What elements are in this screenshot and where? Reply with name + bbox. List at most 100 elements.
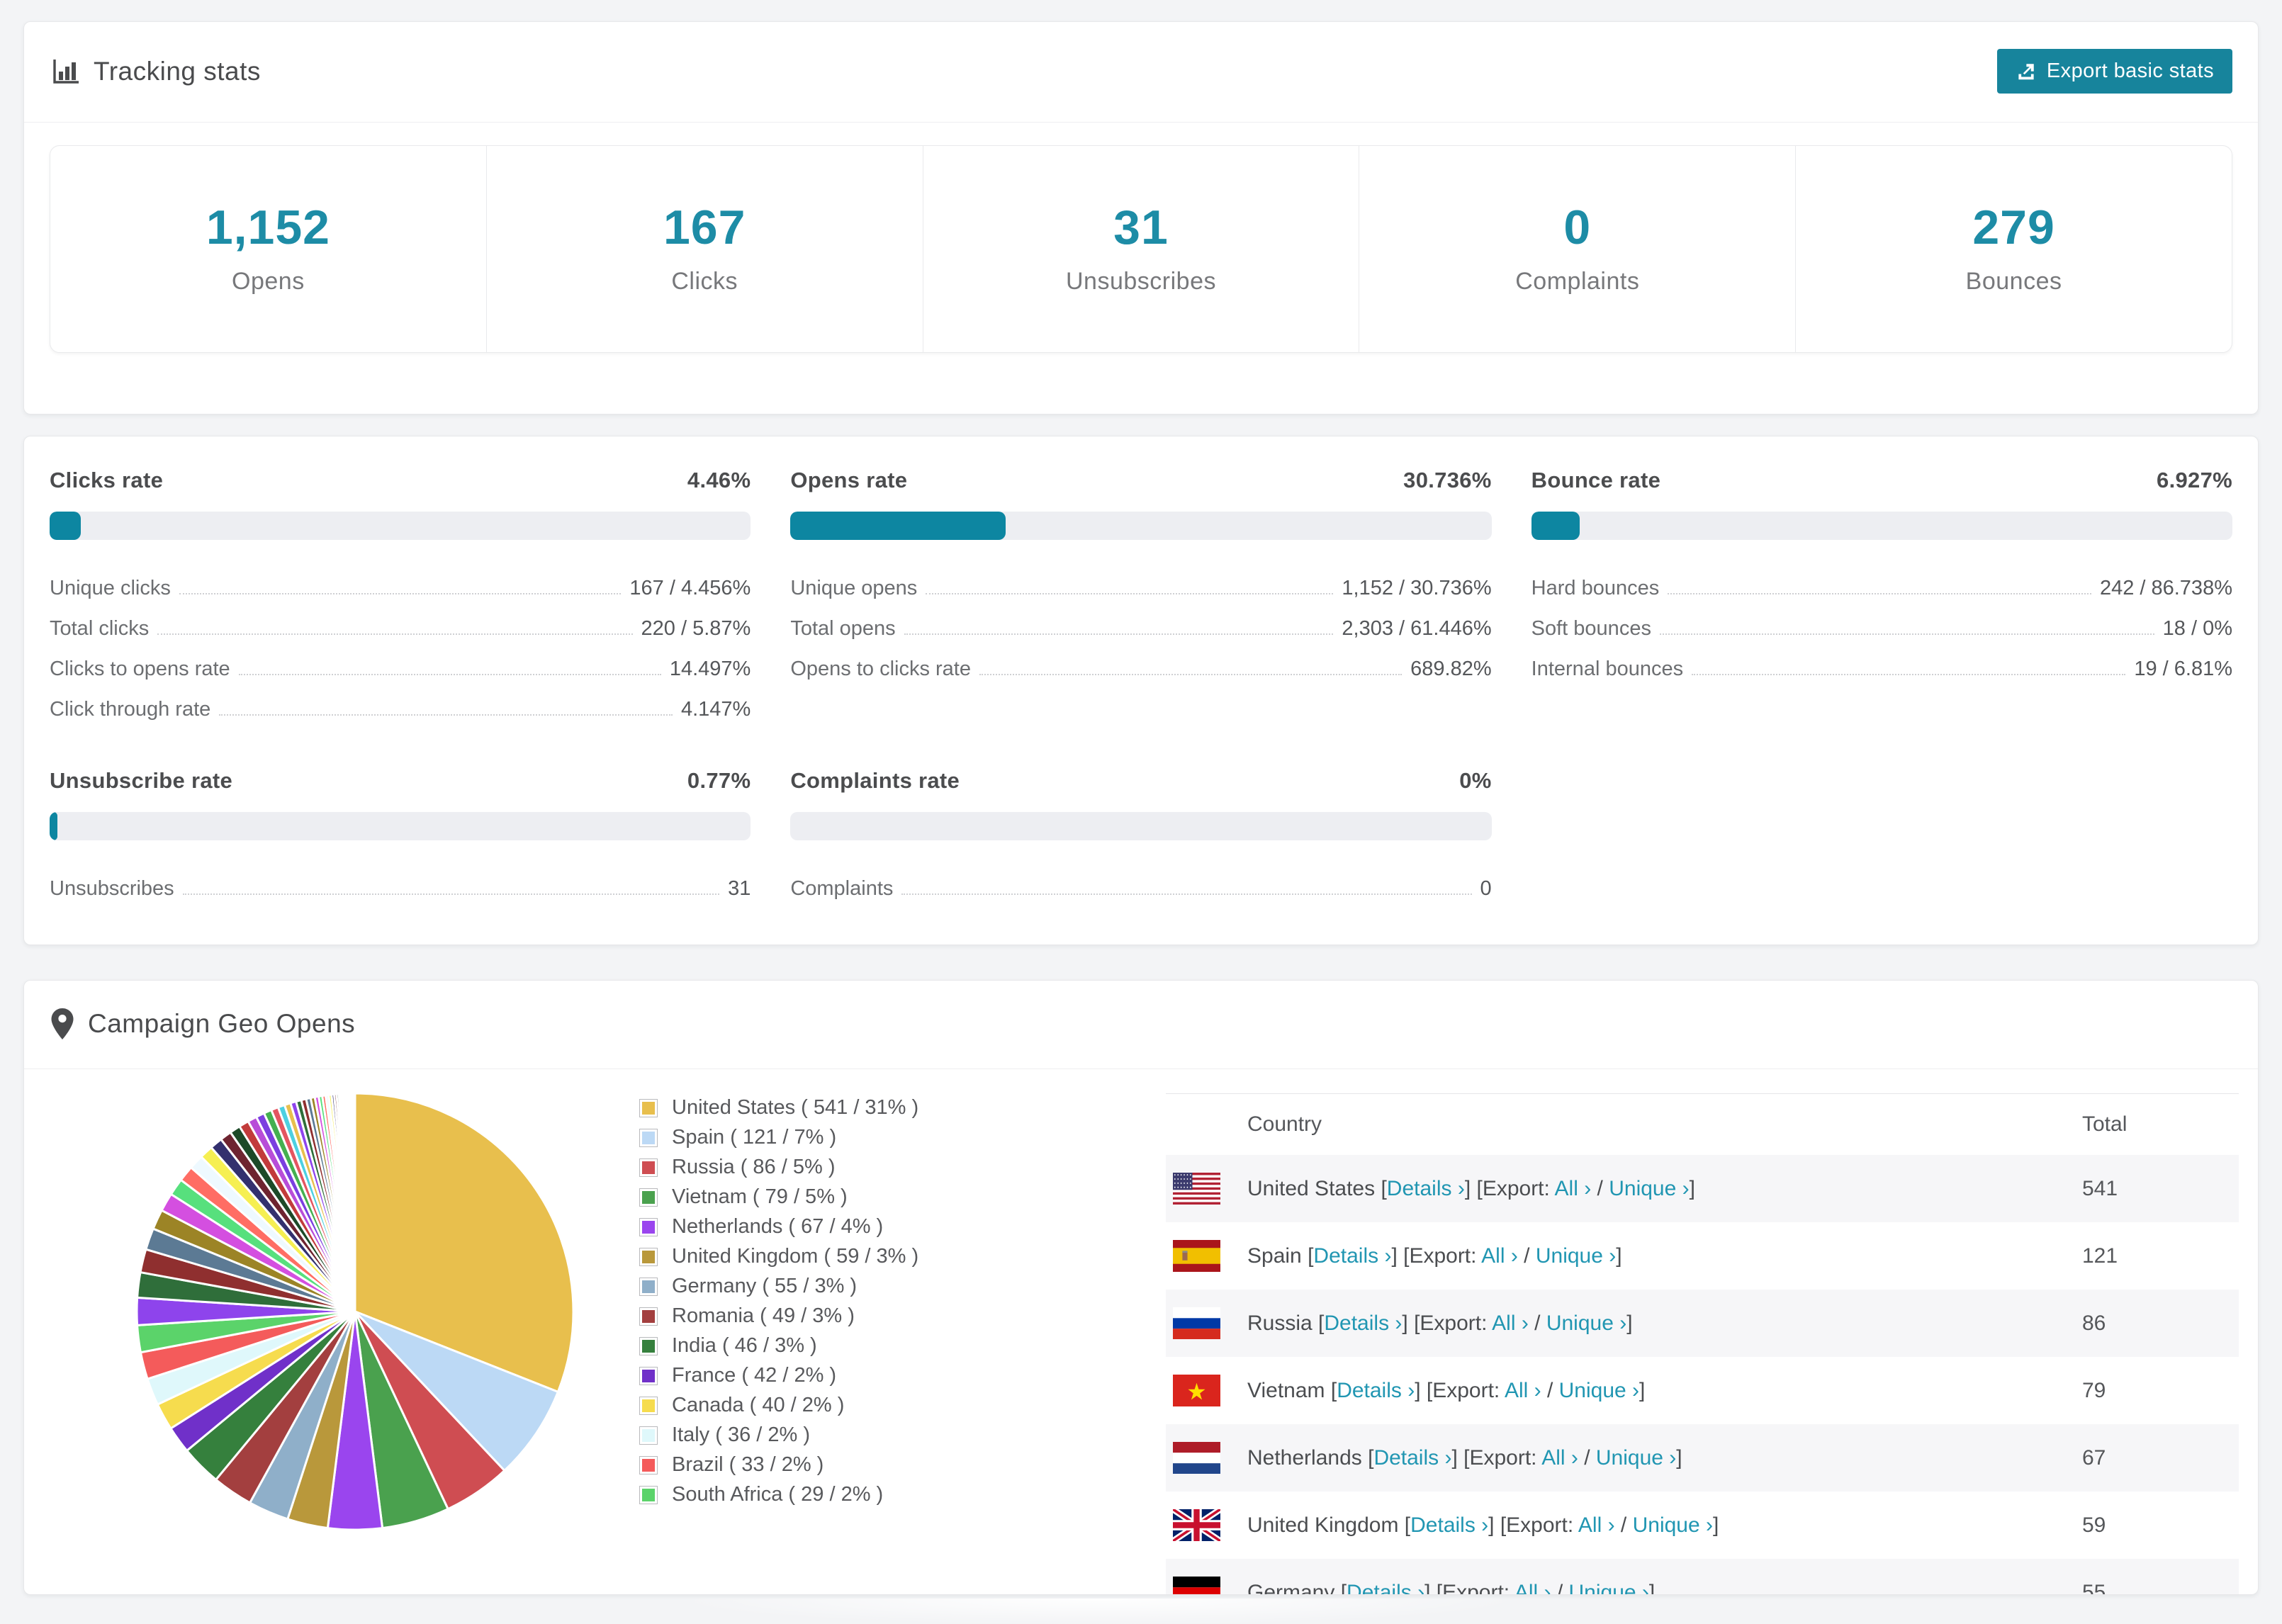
stat-row-label: Click through rate — [50, 698, 211, 721]
country-flag-es — [1173, 1240, 1220, 1272]
export-unique-link[interactable]: Unique › — [1546, 1312, 1626, 1335]
legend-swatch — [639, 1188, 658, 1207]
geo-content: United States ( 541 / 31% ) Spain ( 121 … — [24, 1069, 2258, 1595]
stat-row: Clicks to opens rate 14.497% — [50, 641, 751, 681]
progress-fill — [50, 512, 82, 540]
export-unique-link[interactable]: Unique › — [1596, 1446, 1676, 1470]
details-link[interactable]: Details › — [1373, 1446, 1451, 1470]
dotted-leader — [1692, 674, 2126, 675]
export-all-link[interactable]: All › — [1492, 1312, 1529, 1335]
details-link[interactable]: Details › — [1313, 1244, 1391, 1268]
geo-opens-pie-chart — [135, 1092, 575, 1531]
stat-label: Clicks — [671, 268, 738, 295]
legend-item: Brazil ( 33 / 2% ) — [639, 1453, 918, 1476]
legend-item: Romania ( 49 / 3% ) — [639, 1304, 918, 1327]
country-flag-us — [1173, 1173, 1220, 1205]
rate-block: Unsubscribe rate 0.77% Unsubscribes 31 — [50, 768, 751, 901]
legend-swatch — [639, 1217, 658, 1236]
page-title: Tracking stats — [94, 56, 261, 86]
export-all-link[interactable]: All › — [1541, 1446, 1578, 1470]
rate-block: Clicks rate 4.46% Unique clicks 167 / 4.… — [50, 468, 751, 721]
rate-value: 30.736% — [1403, 468, 1492, 492]
legend-item: United States ( 541 / 31% ) — [639, 1096, 919, 1119]
legend-label: Germany ( 55 / 3% ) — [672, 1275, 858, 1297]
export-unique-link[interactable]: Unique › — [1633, 1513, 1713, 1537]
dotted-leader — [904, 633, 1334, 635]
legend-item: France ( 42 / 2% ) — [639, 1364, 918, 1387]
export-unique-link[interactable]: Unique › — [1609, 1177, 1689, 1200]
table-row: Vietnam [Details ›] [Export: All › / Uni… — [1166, 1357, 2239, 1424]
legend-swatch — [639, 1277, 658, 1296]
dotted-leader — [926, 593, 1334, 594]
details-link[interactable]: Details › — [1324, 1312, 1402, 1335]
country-cell: United Kingdom [Details ›] [Export: All … — [1247, 1513, 1719, 1537]
country-name: Netherlands — [1247, 1445, 1362, 1470]
legend-swatch — [639, 1247, 658, 1266]
section-title: Campaign Geo Opens — [88, 1009, 356, 1038]
stat-row-label: Unsubscribes — [50, 877, 174, 900]
dotted-leader — [979, 674, 1403, 675]
dotted-leader — [182, 893, 720, 895]
rates-card: Clicks rate 4.46% Unique clicks 167 / 4.… — [23, 436, 2259, 945]
geo-header: Campaign Geo Opens — [24, 981, 2258, 1069]
table-row: Spain [Details ›] [Export: All › / Uniqu… — [1166, 1222, 2239, 1290]
campaign-geo-opens-card: Campaign Geo Opens United States ( 541 /… — [23, 980, 2259, 1595]
export-all-link[interactable]: All › — [1481, 1244, 1518, 1268]
export-all-link[interactable]: All › — [1505, 1379, 1541, 1402]
stat-number: 1,152 — [206, 201, 330, 254]
stat-row-value: 19 / 6.81% — [2134, 658, 2232, 680]
export-all-link[interactable]: All › — [1514, 1581, 1551, 1595]
legend-swatch — [639, 1128, 658, 1147]
dotted-leader — [157, 633, 633, 635]
progress-bar — [1531, 512, 2232, 540]
table-header-country: Country — [1247, 1112, 1322, 1136]
legend-label: France ( 42 / 2% ) — [672, 1364, 837, 1387]
stat-row-value: 18 / 0% — [2162, 617, 2232, 640]
stat-number: 279 — [1972, 201, 2055, 254]
summary-row: 1,152 Opens 167 Clicks 31 Unsubscribes 0 Co… — [50, 145, 2232, 353]
rate-block: Opens rate 30.736% Unique opens 1,152 / … — [790, 468, 1492, 721]
tracking-stats-card: Tracking stats Export basic stats 1,152 … — [23, 21, 2259, 415]
stat-number: 31 — [1113, 201, 1169, 254]
progress-fill — [790, 512, 1006, 540]
details-link[interactable]: Details › — [1387, 1177, 1465, 1200]
total-value: 121 — [2082, 1244, 2118, 1268]
details-link[interactable]: Details › — [1347, 1581, 1424, 1595]
legend-item: Germany ( 55 / 3% ) — [639, 1275, 918, 1297]
pie-legend: United States ( 541 / 31% ) Spain ( 121 … — [639, 1096, 919, 1506]
export-all-link[interactable]: All › — [1555, 1177, 1592, 1200]
legend-item: United Kingdom ( 59 / 3% ) — [639, 1245, 918, 1268]
legend-label: United States ( 541 / 31% ) — [672, 1096, 919, 1119]
stat-row-value: 31 — [728, 877, 751, 900]
stat-row: Unique opens 1,152 / 30.736% — [790, 560, 1491, 600]
country-flag-ru — [1173, 1307, 1220, 1339]
details-link[interactable]: Details › — [1337, 1379, 1415, 1402]
export-unique-link[interactable]: Unique › — [1559, 1379, 1639, 1402]
country-flag-de — [1173, 1577, 1220, 1594]
stat-number: 167 — [663, 201, 746, 254]
stat-row: Opens to clicks rate 689.82% — [790, 641, 1491, 681]
legend-item: Italy ( 36 / 2% ) — [639, 1423, 918, 1446]
export-unique-link[interactable]: Unique › — [1536, 1244, 1616, 1268]
legend-item: Vietnam ( 79 / 5% ) — [639, 1185, 918, 1208]
rate-value: 6.927% — [2157, 468, 2232, 492]
country-name: United States — [1247, 1176, 1376, 1200]
legend-item: Netherlands ( 67 / 4% ) — [639, 1215, 918, 1238]
legend-label: Romania ( 49 / 3% ) — [672, 1304, 855, 1327]
total-value: 59 — [2082, 1513, 2106, 1537]
export-unique-link[interactable]: Unique › — [1569, 1581, 1649, 1595]
legend-swatch — [639, 1426, 658, 1445]
summary-box: 31 Unsubscribes — [922, 146, 1359, 352]
legend-label: Vietnam ( 79 / 5% ) — [672, 1185, 848, 1208]
total-value: 79 — [2082, 1378, 2106, 1402]
stat-row-value: 14.497% — [669, 658, 751, 680]
country-cell: Germany [Details ›] [Export: All › / Uni… — [1247, 1581, 2082, 1595]
below-fold-shadow — [695, 1598, 1502, 1624]
rate-title: Bounce rate — [1531, 468, 1661, 492]
total-value: 86 — [2082, 1311, 2106, 1335]
rate-title: Unsubscribe rate — [50, 768, 233, 793]
export-basic-stats-button[interactable]: Export basic stats — [1996, 49, 2232, 94]
country-name: Spain — [1247, 1244, 1302, 1268]
export-all-link[interactable]: All › — [1578, 1513, 1615, 1537]
details-link[interactable]: Details › — [1410, 1513, 1488, 1537]
